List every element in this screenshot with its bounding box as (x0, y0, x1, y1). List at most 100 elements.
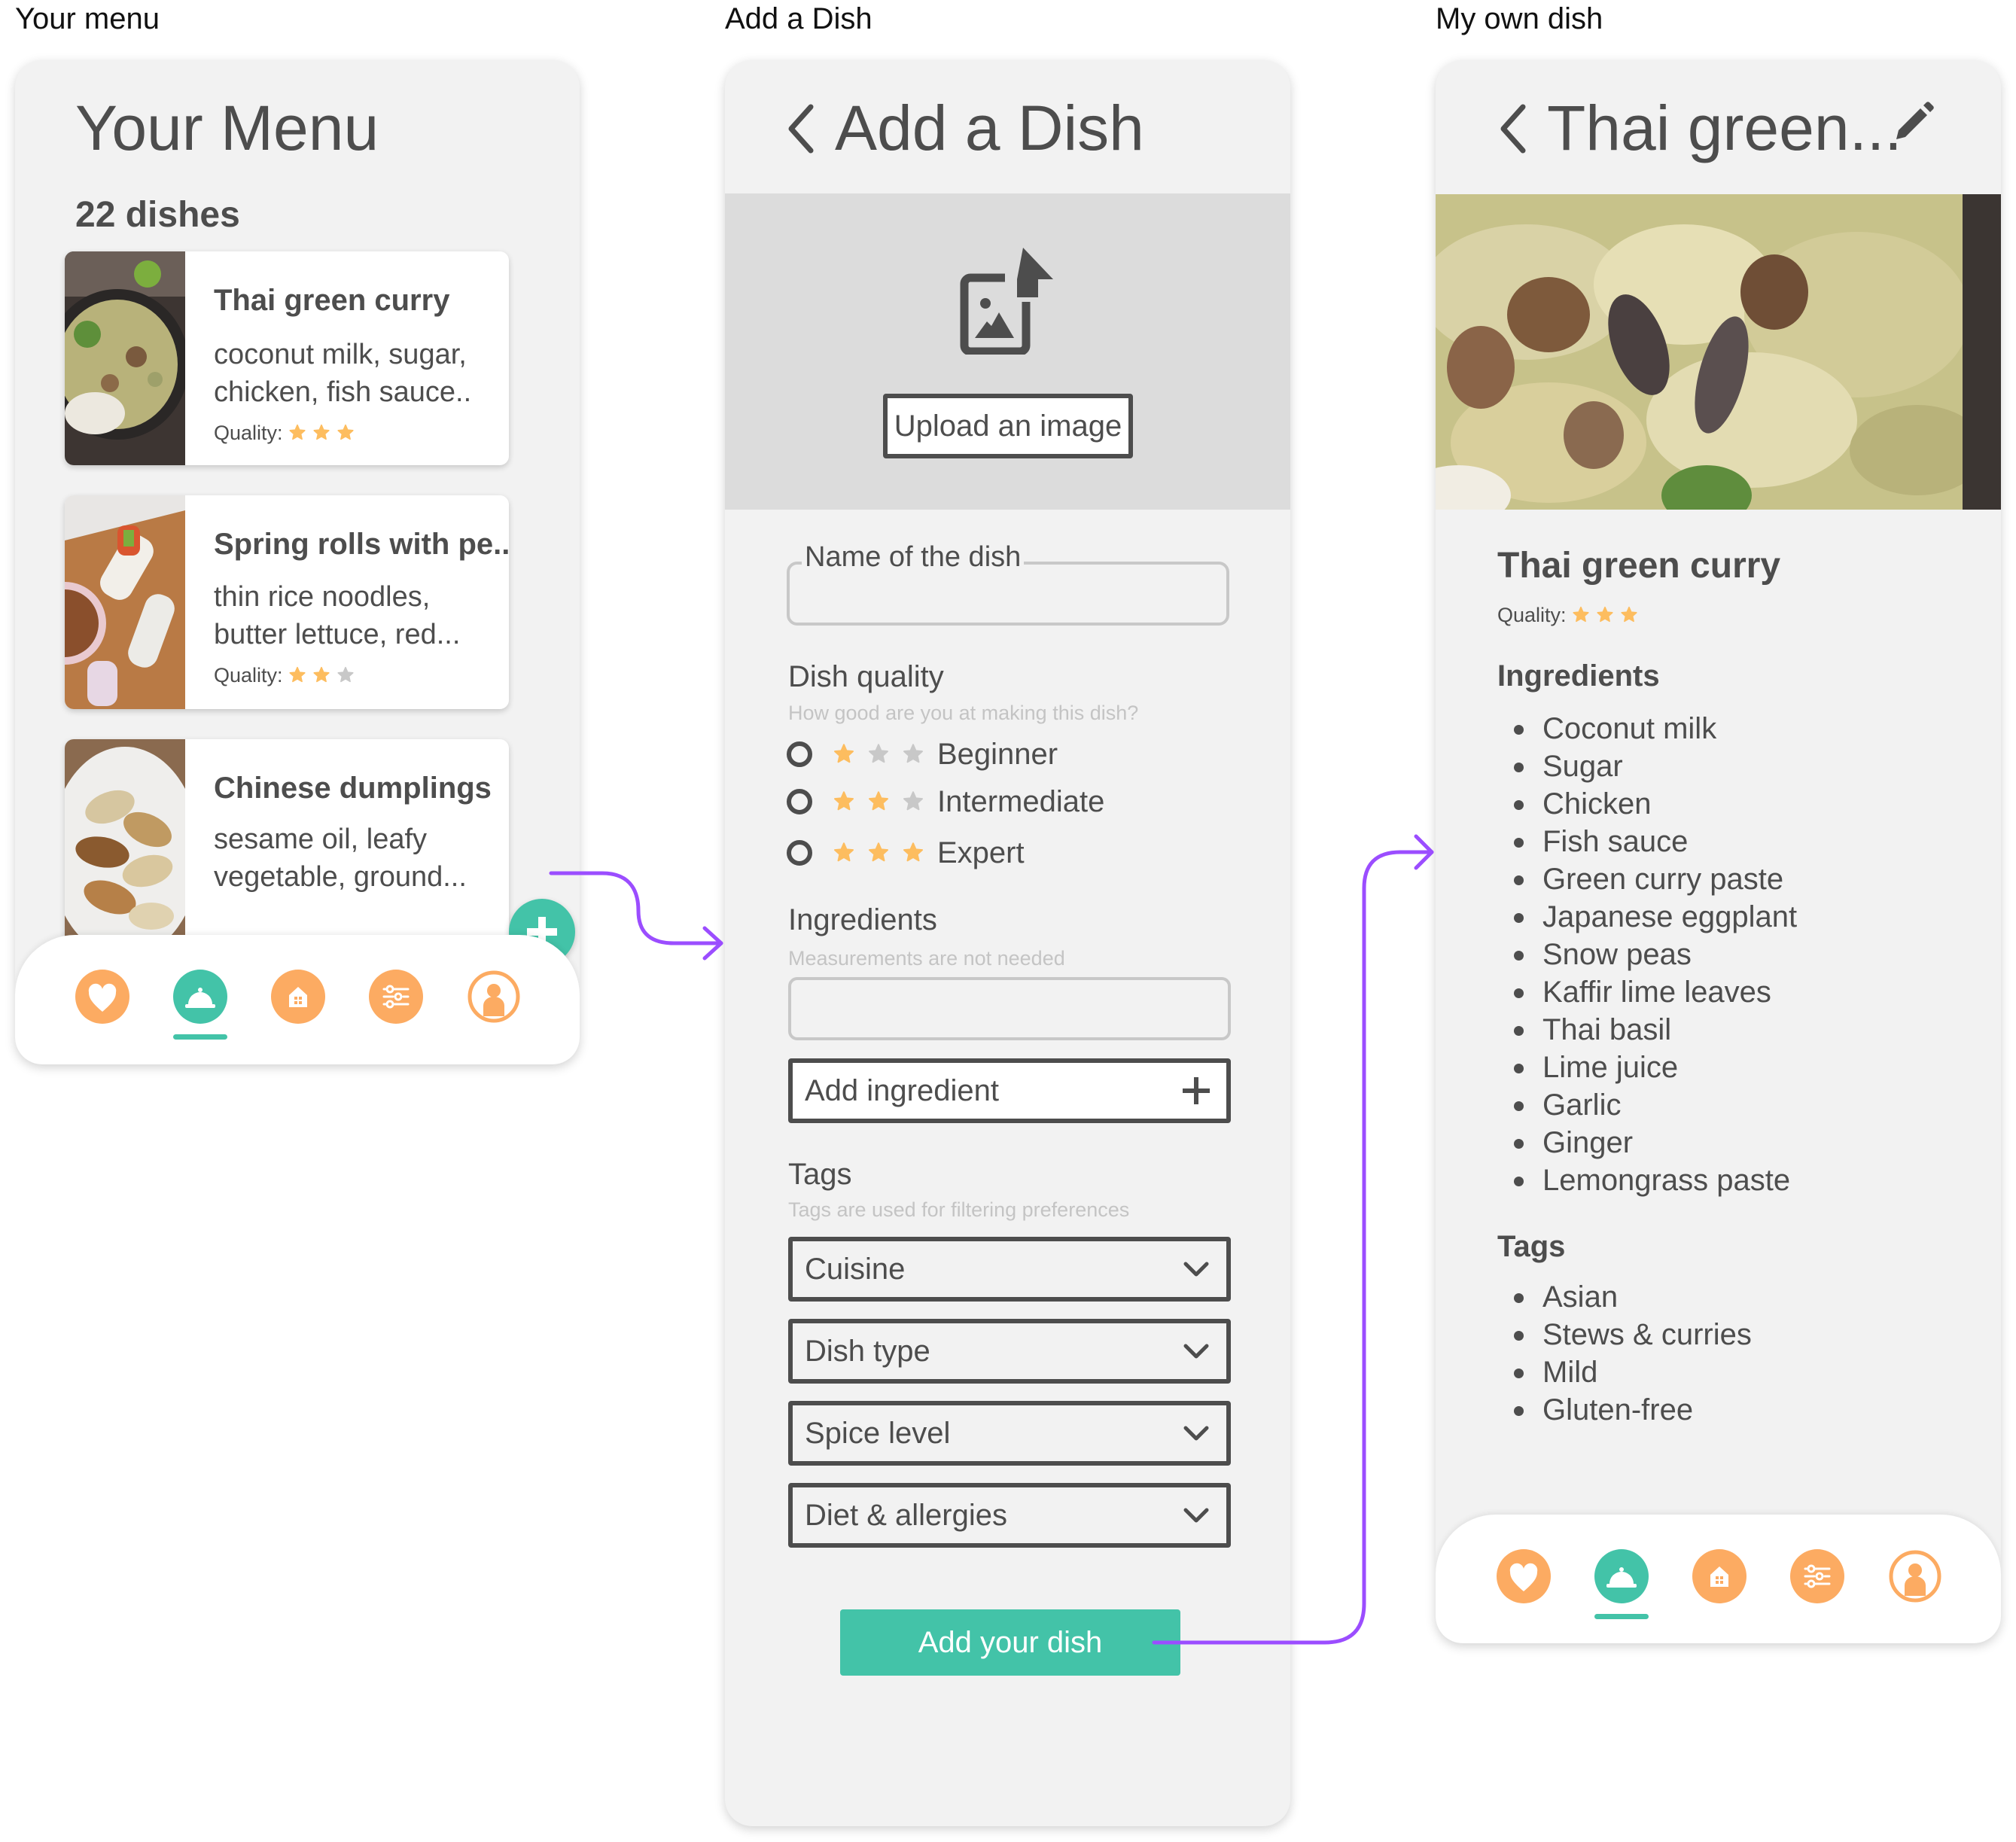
dish-thumbnail (65, 495, 185, 709)
cloche-icon (1594, 1549, 1649, 1603)
star-empty-icon (336, 665, 355, 685)
tag-item: Mild (1497, 1353, 1752, 1391)
ingredients-help: Measurements are not needed (788, 947, 1065, 970)
cuisine-dropdown[interactable]: Cuisine (788, 1237, 1231, 1302)
back-button[interactable] (785, 102, 815, 155)
active-tab-indicator (1594, 1614, 1649, 1619)
dish-quality: Quality: (214, 420, 355, 446)
star-filled-icon (1619, 605, 1639, 625)
ingredient-item: Chicken (1497, 785, 1797, 823)
ingredient-input[interactable] (788, 977, 1231, 1040)
add-ingredient-label: Add ingredient (805, 1073, 999, 1107)
dish-count: 22 dishes (75, 195, 240, 235)
user-icon (1889, 1550, 1941, 1603)
nav-menu-button[interactable] (173, 970, 227, 1024)
page-title: Add a Dish (835, 93, 1144, 163)
ingredients-heading: Ingredients (1497, 659, 1660, 693)
add-ingredient-button[interactable]: Add ingredient (788, 1058, 1231, 1123)
caption-your-menu: Your menu (15, 2, 160, 35)
image-upload-icon (960, 248, 1053, 355)
dish-name: Thai green curry (1497, 546, 1781, 586)
dish-card[interactable]: Thai green curry coconut milk, sugar, ch… (65, 251, 509, 465)
quality-option-intermediate[interactable]: Intermediate (787, 779, 1104, 824)
dish-quality-help: How good are you at making this dish? (788, 702, 1139, 724)
connector-arrowhead (702, 926, 723, 961)
star-filled-icon (866, 790, 891, 814)
dish-type-dropdown[interactable]: Dish type (788, 1319, 1231, 1384)
add-your-dish-button[interactable]: Add your dish (840, 1609, 1180, 1676)
nav-filters-button[interactable] (369, 970, 423, 1024)
nav-home-button[interactable] (1692, 1549, 1746, 1603)
nav-favorites-button[interactable] (75, 970, 129, 1024)
ingredient-item: Japanese eggplant (1497, 898, 1797, 936)
dish-name: Thai green curry (214, 284, 450, 317)
dish-card[interactable]: Chinese dumplings sesame oil, leafy vege… (65, 739, 509, 965)
star-filled-icon (901, 841, 925, 865)
edit-pencil-icon[interactable] (1892, 102, 1934, 144)
radio-label: Beginner (937, 737, 1058, 771)
nav-profile-button[interactable] (467, 970, 521, 1024)
upload-image-button[interactable]: Upload an image (883, 394, 1133, 458)
ingredients-list: Coconut milk Sugar Chicken Fish sauce Green … (1497, 710, 1797, 1199)
tags-label: Tags (788, 1158, 852, 1191)
dropdown-label: Cuisine (805, 1252, 906, 1286)
dish-card[interactable]: Spring rolls with pe... thin rice noodle… (65, 495, 509, 709)
nav-profile-button[interactable] (1888, 1549, 1942, 1603)
back-button[interactable] (1497, 102, 1527, 155)
user-icon (467, 970, 520, 1023)
nav-favorites-button[interactable] (1497, 1549, 1551, 1603)
nav-filters-button[interactable] (1790, 1549, 1844, 1603)
radio-label: Intermediate (937, 784, 1105, 818)
cloche-icon (173, 970, 227, 1024)
chevron-down-icon (1183, 1426, 1209, 1441)
heart-icon (75, 970, 129, 1024)
tags-help: Tags are used for filtering preferences (788, 1198, 1130, 1221)
dropdown-label: Spice level (805, 1416, 951, 1450)
quality-option-expert[interactable]: Expert (787, 830, 1025, 875)
dish-quality: Quality: (214, 662, 355, 688)
chevron-down-icon (1183, 1262, 1209, 1277)
radio-button[interactable] (787, 789, 812, 814)
nav-menu-button[interactable] (1594, 1549, 1649, 1603)
dish-quality-label: Dish quality (788, 660, 944, 693)
caption-my-own-dish: My own dish (1436, 2, 1603, 35)
house-icon (1692, 1549, 1746, 1603)
page-title: Thai green... (1547, 93, 1902, 163)
dish-quality: Quality: (1497, 602, 1639, 628)
dropdown-label: Diet & allergies (805, 1498, 1008, 1532)
dish-name: Chinese dumplings (214, 772, 492, 805)
quality-label: Quality: (214, 422, 283, 444)
tags-list: Asian Stews & curries Mild Gluten-free (1497, 1278, 1752, 1429)
star-filled-icon (312, 665, 331, 685)
quality-label: Quality: (214, 664, 283, 687)
diet-allergies-dropdown[interactable]: Diet & allergies (788, 1483, 1231, 1548)
quality-label: Quality: (1497, 604, 1567, 626)
dish-ingredients: coconut milk, sugar, chicken, fish sauce… (214, 339, 472, 408)
star-filled-icon (288, 423, 307, 443)
heart-icon (1497, 1549, 1551, 1603)
caption-add-a-dish: Add a Dish (725, 2, 872, 35)
ingredients-label: Ingredients (788, 903, 937, 936)
star-filled-icon (866, 841, 891, 865)
ingredient-item: Garlic (1497, 1086, 1797, 1124)
dish-ingredients: sesame oil, leafy vegetable, ground... (214, 824, 467, 893)
star-filled-icon (832, 742, 856, 766)
ingredient-item: Coconut milk (1497, 710, 1797, 747)
nav-home-button[interactable] (271, 970, 325, 1024)
star-filled-icon (336, 423, 355, 443)
ingredient-item: Green curry paste (1497, 860, 1797, 898)
spice-level-dropdown[interactable]: Spice level (788, 1401, 1231, 1466)
chevron-down-icon (1183, 1344, 1209, 1359)
radio-button[interactable] (787, 741, 812, 767)
radio-button[interactable] (787, 840, 812, 866)
page-title: Your Menu (75, 93, 379, 163)
image-upload-area[interactable]: Upload an image (725, 193, 1290, 510)
bottom-nav (1436, 1515, 2001, 1643)
add-dish-screen: Add a Dish Upload an image Name of the d… (725, 60, 1290, 1826)
dish-name: Spring rolls with pe... (214, 528, 509, 561)
star-filled-icon (312, 423, 331, 443)
rating-stars (288, 423, 355, 443)
chevron-down-icon (1183, 1508, 1209, 1523)
quality-option-beginner[interactable]: Beginner (787, 732, 1058, 777)
ingredient-item: Lemongrass paste (1497, 1162, 1797, 1199)
